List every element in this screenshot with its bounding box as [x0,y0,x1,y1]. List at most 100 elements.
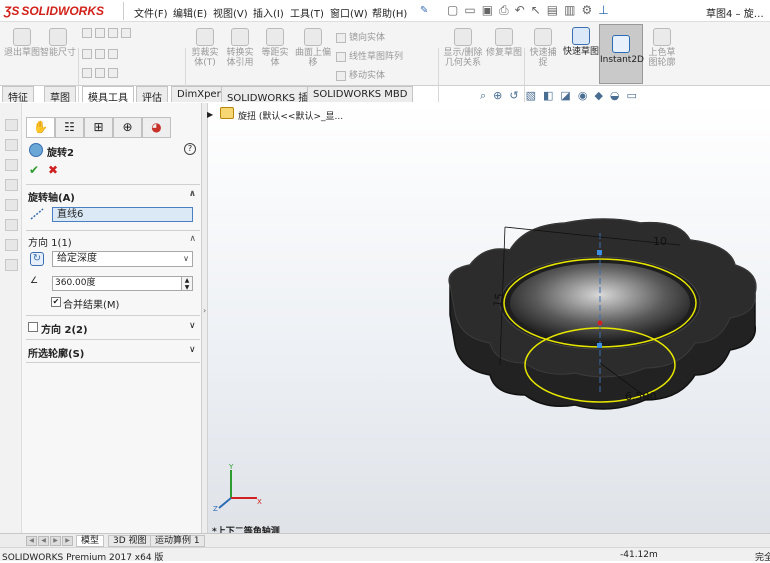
line-tool-row[interactable] [82,28,134,39]
tab-mold-tools[interactable]: 模具工具 [82,86,134,104]
next-tab-icon[interactable]: ▶ [50,536,61,546]
divider [438,48,439,102]
undo-icon[interactable]: ↶ [515,3,525,19]
tab-motion-study[interactable]: 运动算例 1 [150,535,205,547]
strip-icon[interactable] [5,239,18,251]
ok-button[interactable]: ✔ [29,163,39,177]
line-icon [82,28,92,38]
open-icon[interactable]: ▭ [464,3,475,19]
axis-group-header[interactable]: 旋转轴(A) ∧ [28,189,198,204]
strip-icon[interactable] [5,199,18,211]
rectangle-icon [95,28,105,38]
trim-entities-button[interactable]: 剪裁实体(T) [188,28,222,68]
options-icon[interactable]: ⚙ [581,3,592,19]
tab-evaluate[interactable]: 评估 [136,86,168,104]
pin-icon[interactable]: ✎ [420,5,428,16]
quick-snaps-button[interactable]: 快速捕捉 [526,28,560,68]
reverse-direction-icon[interactable]: ↻ [30,252,44,266]
menu-insert[interactable]: 插入(I) [253,5,284,20]
collapse-handle-icon[interactable]: › [203,306,206,315]
command-tabs: 特征 草图 模具工具 评估 DimXpert SOLIDWORKS 插件 SOL… [0,86,414,104]
arc-tool-row[interactable] [82,49,121,60]
print-icon[interactable]: ⎙ [499,3,509,19]
axis-selection-field[interactable]: 直线6 [52,207,193,222]
display-manager-tab[interactable]: ◕ [142,117,171,138]
smart-dimension-button[interactable]: 智能尺寸 [40,28,76,58]
direction1-group-header[interactable]: 方向 1(1) ∧ [28,234,198,249]
exit-sketch-button[interactable]: 退出草图 [4,28,40,58]
flyout-tree-root[interactable]: 旋扭 (默认<<默认>_显... [238,109,343,122]
shaded-sketch-button[interactable]: 上色草图轮廓 [645,28,679,68]
property-manager-tab[interactable]: ☷ [55,117,84,138]
feature-title: 旋转2 [47,148,74,159]
offset-entities-button[interactable]: 等距实体 [258,28,292,68]
strip-icon[interactable] [5,159,18,171]
help-icon[interactable]: ? [184,143,196,155]
divider [26,315,200,316]
save-icon[interactable]: ▣ [482,3,493,19]
tab-mbd[interactable]: SOLIDWORKS MBD [307,86,414,102]
convert-entities-button[interactable]: 转换实体引用 [223,28,257,68]
offset-surface-icon [304,28,322,46]
strip-icon[interactable] [5,259,18,271]
configuration-manager-tab[interactable]: ⊞ [84,117,113,138]
linear-pattern-button[interactable]: 线性草图阵列 [336,49,403,62]
dimension-top[interactable]: 10 [653,235,667,248]
dimension-bottom[interactable]: 6.500 [625,390,657,403]
rebuild-icon[interactable]: ▤ [547,3,558,19]
selected-contours-label[interactable]: 所选轮廓(S) [28,345,84,360]
spline-icon [121,28,131,38]
menu-window[interactable]: 窗口(W) [330,5,368,20]
angle-spinner[interactable]: ▲ ▼ [181,276,193,291]
merge-result-checkbox[interactable]: ✔ [51,297,61,307]
document-title: 草图4 – 旋… [706,9,764,20]
menu-help[interactable]: 帮助(H) [372,5,407,20]
dimxpert-manager-tab[interactable]: ⊕ [113,117,142,138]
mirror-entities-button[interactable]: 镜向实体 [336,30,385,43]
offset-on-surface-button[interactable]: 曲面上偏移 [294,28,332,68]
divider [123,2,124,20]
last-tab-icon[interactable]: ▶ [62,536,73,546]
menu-view[interactable]: 视图(V) [213,5,248,20]
move-entities-button[interactable]: 移动实体 [336,68,385,81]
chevron-down-icon[interactable]: ∨ [189,345,196,355]
strip-icon[interactable] [5,179,18,191]
prev-tab-icon[interactable]: ◀ [38,536,49,546]
sketch-state: 完全 [755,553,770,563]
axis-icon [30,208,44,220]
menu-file[interactable]: 文件(F) [134,5,168,20]
tab-model[interactable]: 模型 [76,535,105,547]
slot-tool-row[interactable] [82,68,121,79]
axis-icon[interactable]: ⊥ [598,3,608,19]
angle-input[interactable]: 360.00度 [52,276,182,291]
chevron-down-icon[interactable]: ∨ [189,321,196,331]
tab-3d-views[interactable]: 3D 视图 [108,535,152,547]
title-bar: ƷS SOLIDWORKS 文件(F) 编辑(E) 视图(V) 插入(I) 工具(… [0,0,770,22]
end-condition-select[interactable]: 给定深度 ∨ [52,251,193,267]
first-tab-icon[interactable]: ◀ [26,536,37,546]
repair-icon [495,28,513,46]
feature-manager-tab[interactable]: ✋ [26,117,55,138]
select-icon[interactable]: ↖ [531,3,541,19]
cancel-button[interactable]: ✖ [48,163,58,177]
new-icon[interactable]: ▢ [447,3,458,19]
solidworks-logo[interactable]: ƷS SOLIDWORKS [4,4,104,18]
direction2-checkbox[interactable] [28,322,38,332]
strip-icon[interactable] [5,139,18,151]
dimension-side[interactable]: 15 [491,292,506,308]
strip-icon[interactable] [5,219,18,231]
strip-icon[interactable] [5,119,18,131]
knob-model[interactable]: 10 15 6.500 [440,215,770,420]
relations-icon [454,28,472,46]
repair-sketch-button[interactable]: 修复草图 [486,28,522,58]
rapid-sketch-button[interactable]: 快速草图 [563,27,599,83]
display-relations-button[interactable]: 显示/删除几何关系 [442,28,484,68]
expand-arrow-icon[interactable]: ▶ [207,110,213,119]
file-properties-icon[interactable]: ▥ [564,3,575,19]
tab-features[interactable]: 特征 [2,86,34,104]
menu-tools[interactable]: 工具(T) [290,5,324,20]
instant2d-button[interactable]: Instant2D [599,24,644,84]
tab-sketch[interactable]: 草图 [44,86,76,104]
menu-edit[interactable]: 编辑(E) [173,5,207,20]
offset-icon [266,28,284,46]
